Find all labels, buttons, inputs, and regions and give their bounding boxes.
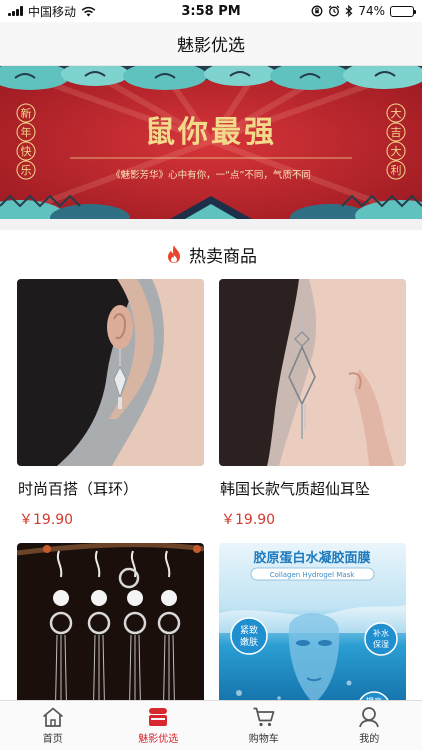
tab-home-label: 首页 — [42, 734, 63, 745]
tab-profile[interactable]: 我的 — [317, 701, 422, 750]
banner-headline: 鼠你最强 — [145, 115, 277, 150]
cart-icon — [253, 707, 275, 727]
battery-icon — [390, 5, 416, 17]
mask-badge-right-1: 保湿 — [373, 639, 389, 649]
banner-artwork: 新 年 快 乐 大 吉 大 利 鼠你最强 《魅影芳华》心中有你，一“点”不同，气… — [0, 66, 422, 219]
banner-right-char-0: 大 — [391, 106, 402, 120]
page-title: 魅影优选 — [177, 36, 245, 56]
wifi-icon — [81, 6, 96, 16]
battery-percent: 74% — [358, 4, 385, 18]
nav-bar: 魅影优选 — [0, 22, 422, 66]
mask-badge-left-0: 紧致 — [240, 624, 258, 636]
status-right: 74% — [311, 4, 416, 18]
banner-slogan: 《魅影芳华》心中有你，一“点”不同，气质不同 — [111, 169, 311, 181]
tab-bar: 首页 魅影优选 购物车 我的 — [0, 700, 422, 750]
app-screen: 中国移动 3:58 PM 74% 魅影优选 新 年 快 乐 大 吉 大 利 鼠你… — [0, 0, 422, 750]
store-icon — [149, 708, 168, 726]
status-bar: 中国移动 3:58 PM 74% — [0, 0, 422, 22]
mask-badge-right-0: 补水 — [373, 628, 389, 638]
product-price: ￥19.90 — [221, 512, 276, 528]
tab-store-label: 魅影优选 — [138, 734, 179, 745]
section-title: 热卖商品 — [189, 246, 257, 267]
tab-profile-label: 我的 — [359, 734, 380, 745]
banner-right-char-3: 利 — [391, 164, 402, 177]
home-icon — [42, 707, 63, 727]
banner-left-char-1: 年 — [21, 125, 32, 139]
product-grid: 时尚百搭（耳环） ￥19.90 韩国长款气质超仙耳坠 ￥19.90 胶原蛋白水凝… — [0, 278, 422, 730]
mask-subline: Collagen Hydrogel Mask — [270, 571, 356, 579]
tab-cart-label: 购物车 — [248, 734, 279, 745]
product-image-tassel-earring[interactable] — [219, 279, 406, 466]
status-left: 中国移动 — [8, 3, 96, 20]
bluetooth-icon — [345, 5, 353, 17]
flame-icon — [168, 245, 180, 263]
banner-left-char-0: 新 — [21, 106, 32, 120]
tab-store[interactable]: 魅影优选 — [106, 701, 212, 750]
mask-headline: 胶原蛋白水凝胶面膜 — [253, 550, 370, 566]
banner-right-char-1: 吉 — [391, 126, 402, 139]
product-card[interactable]: 时尚百搭（耳环） ￥19.90 — [17, 279, 204, 529]
alarm-icon — [329, 5, 340, 17]
carrier-label: 中国移动 — [28, 4, 77, 19]
mask-badge-left-1: 嫩肤 — [240, 636, 258, 648]
rotation-lock-icon — [311, 5, 323, 17]
signal-icon — [8, 6, 23, 16]
tab-home[interactable]: 首页 — [0, 701, 106, 750]
product-title[interactable]: 韩国长款气质超仙耳坠 — [219, 479, 406, 499]
hot-products-header: 热卖商品 — [0, 230, 422, 278]
banner-left-char-3: 乐 — [21, 164, 32, 177]
user-icon — [359, 707, 380, 728]
banner-left-char-2: 快 — [21, 145, 32, 158]
product-image-earring-model[interactable] — [17, 279, 204, 466]
product-card[interactable]: 韩国长款气质超仙耳坠 ￥19.90 — [219, 279, 406, 529]
product-title[interactable]: 时尚百搭（耳环） — [17, 479, 204, 499]
tab-cart[interactable]: 购物车 — [211, 701, 317, 750]
product-price: ￥19.90 — [19, 512, 74, 528]
promo-banner[interactable]: 新 年 快 乐 大 吉 大 利 鼠你最强 《魅影芳华》心中有你，一“点”不同，气… — [0, 66, 422, 219]
banner-right-char-2: 大 — [391, 144, 402, 158]
